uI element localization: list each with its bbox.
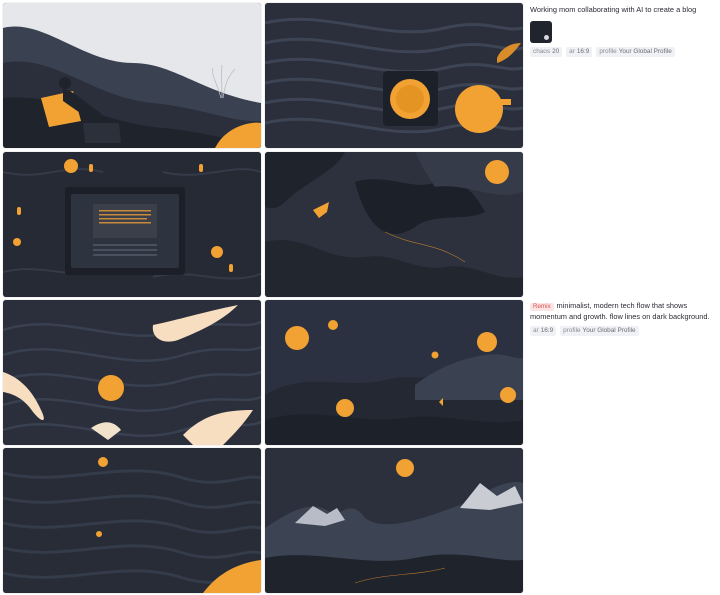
generated-image-6[interactable] [265,300,523,445]
generated-image-4[interactable] [265,152,523,297]
param-chip-ar[interactable]: ar 16:9 [530,326,557,336]
param-chip-chaos[interactable]: chaos 20 [530,46,563,57]
param-chip-profile[interactable]: profile Your Global Profile [596,46,675,57]
image-grid [3,3,523,593]
reference-image-thumbnail[interactable] [530,20,552,43]
param-chip-profile[interactable]: profile Your Global Profile [560,326,639,336]
prompt-body: minimalist, modern tech flow that shows … [530,301,710,321]
generated-image-3[interactable] [3,152,261,297]
generated-image-5[interactable] [3,300,261,445]
prompt-text[interactable]: Remix minimalist, modern tech flow that s… [530,301,718,322]
param-chip-ar[interactable]: ar 16:9 [566,46,593,57]
generated-image-2[interactable] [265,3,523,148]
prompt-text[interactable]: Working mom collaborating with AI to cre… [530,5,718,16]
generated-image-7[interactable] [3,448,261,593]
remix-badge: Remix [530,303,554,311]
generated-image-8[interactable] [265,448,523,593]
param-chips: ar 16:9 profile Your Global Profile [530,326,718,336]
param-chips: chaos 20 ar 16:9 profile Your Global Profil… [530,46,718,57]
generated-image-1[interactable] [3,3,261,148]
job-details-2: Remix minimalist, modern tech flow that s… [530,301,718,336]
job-details-1: Working mom collaborating with AI to cre… [530,5,718,57]
